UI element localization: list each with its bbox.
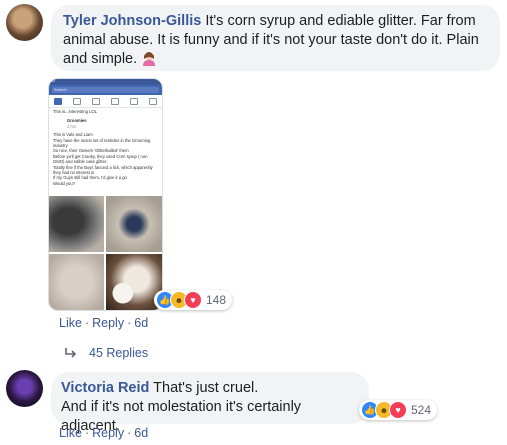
photo — [49, 254, 104, 310]
comment-author[interactable]: Victoria Reid — [61, 380, 149, 396]
comment-bubble: Victoria Reid That's just cruel. And if … — [51, 372, 369, 434]
like-button[interactable]: Like — [59, 426, 82, 440]
home-icon — [54, 97, 63, 105]
reaction-count: 148 — [206, 293, 227, 307]
groups-icon — [92, 97, 101, 105]
comment-bubble: Tyler Johnson-Gillis It's corn syrup and… — [51, 5, 500, 71]
woman-shrugging-emoji-icon — [143, 52, 156, 66]
separator: · — [127, 426, 132, 440]
like-button[interactable]: Like — [59, 316, 82, 330]
phone-post: This is...interesting LOL Groomies 2 hrs… — [49, 108, 162, 187]
comment-timestamp[interactable]: 6d — [134, 426, 148, 440]
comment-author[interactable]: Tyler Johnson-Gillis — [63, 13, 201, 29]
menu-icon — [148, 97, 157, 105]
love-icon: ♥ — [389, 401, 407, 419]
avatar[interactable] — [6, 370, 43, 407]
comment-timestamp[interactable]: 6d — [134, 316, 148, 330]
reactions-summary[interactable]: 👍 ☻ ♥ 148 — [154, 290, 233, 310]
phone-photo-grid — [49, 196, 162, 310]
phone-intro-text: This is...interesting LOL — [53, 109, 97, 114]
replies-count[interactable]: 45 Replies — [89, 346, 148, 360]
reactions-summary[interactable]: 👍 ☻ ♥ 524 — [359, 400, 438, 420]
phone-post-body: This is Valo and Liam They have the nice… — [53, 132, 153, 186]
attached-screenshot[interactable]: 5:43 Search This is...interesting LOL Gr… — [48, 78, 163, 311]
phone-search-bar: Search — [49, 85, 162, 95]
reaction-count: 524 — [411, 403, 432, 417]
phone-search-input: Search — [52, 87, 159, 93]
separator: · — [127, 316, 132, 330]
reply-button[interactable]: Reply — [92, 316, 124, 330]
friends-icon — [73, 97, 82, 105]
view-replies-link[interactable]: 45 Replies — [65, 346, 148, 360]
separator: · — [84, 426, 90, 440]
comment-actions: Like · Reply · 6d — [59, 316, 148, 330]
separator: · — [84, 316, 90, 330]
marketplace-icon — [110, 97, 119, 105]
photo — [49, 196, 104, 252]
comment-actions: Like · Reply · 6d — [59, 426, 148, 440]
notifications-icon — [129, 97, 138, 105]
phone-post-time: 2 hrs — [67, 123, 77, 129]
love-icon: ♥ — [184, 291, 202, 309]
reply-arrow-icon — [65, 348, 77, 358]
phone-nav-bar — [49, 95, 162, 108]
reply-button[interactable]: Reply — [92, 426, 124, 440]
comment-text: That's just cruel. — [153, 380, 259, 396]
avatar[interactable] — [6, 4, 43, 41]
photo — [106, 196, 162, 252]
